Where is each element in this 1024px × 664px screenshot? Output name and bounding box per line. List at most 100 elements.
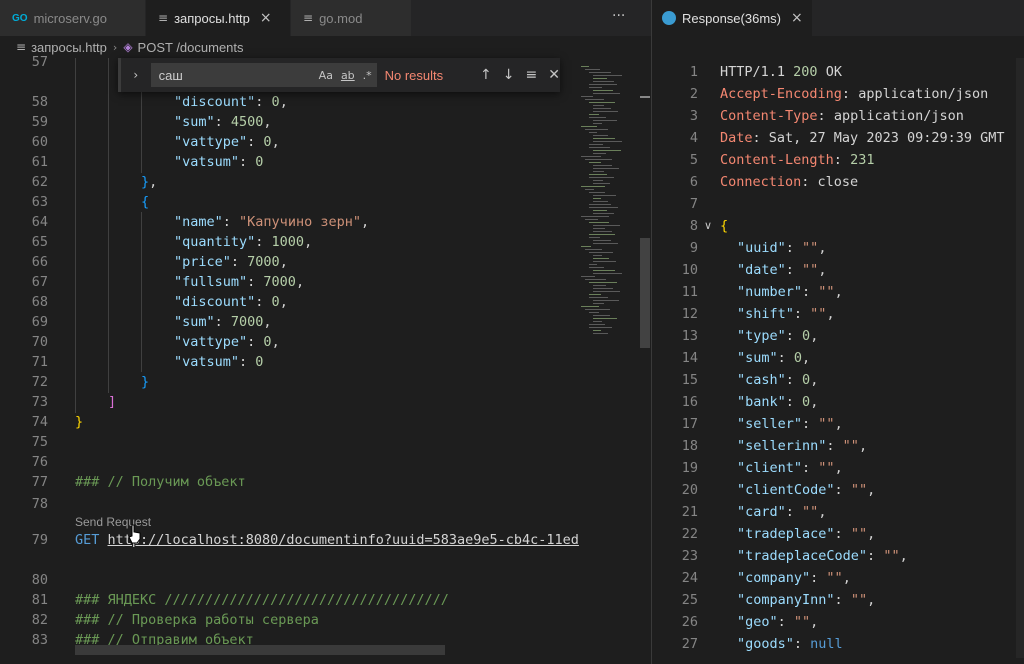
minimap-line xyxy=(585,69,600,70)
breadcrumb-symbol[interactable]: POST /documents xyxy=(138,40,244,55)
find-widget: › Aa ab .* No results ↑ ↓ ≡ ✕ xyxy=(118,58,560,92)
arrow-up-icon[interactable]: ↑ xyxy=(480,67,492,83)
editor-tab-bar: GO microserv.go ≡ запросы.http × ≡ go.mo… xyxy=(0,0,652,36)
minimap-line xyxy=(589,84,617,85)
minimap-line xyxy=(593,138,615,139)
minimap-line xyxy=(589,294,601,295)
go-file-icon: GO xyxy=(12,12,28,24)
minimap[interactable] xyxy=(575,58,645,348)
request-url[interactable]: http://localhost:8080/documentinfo?uuid=… xyxy=(108,532,579,548)
minimap-line xyxy=(593,228,605,229)
chevron-right-icon: › xyxy=(112,40,118,54)
minimap-line xyxy=(589,72,611,73)
tab-label: microserv.go xyxy=(33,10,108,26)
find-input[interactable] xyxy=(156,66,311,84)
minimap-line xyxy=(593,90,613,91)
regex-icon[interactable]: .* xyxy=(363,69,372,82)
minimap-line xyxy=(589,192,605,193)
close-icon[interactable]: × xyxy=(791,10,803,26)
breadcrumb: ≡ запросы.http › ◈ POST /documents xyxy=(0,36,652,58)
minimap-line xyxy=(581,126,597,127)
minimap-line xyxy=(589,327,612,328)
match-case-icon[interactable]: Aa xyxy=(319,69,333,82)
minimap-line xyxy=(593,183,610,184)
minimap-line xyxy=(593,210,607,211)
minimap-line xyxy=(585,189,594,190)
minimap-line xyxy=(593,273,622,274)
minimap-line xyxy=(589,252,613,253)
minimap-line xyxy=(589,324,605,325)
minimap-line xyxy=(585,159,612,160)
minimap-line xyxy=(589,174,607,175)
tab-zaprosy-http[interactable]: ≡ запросы.http × xyxy=(146,0,290,36)
minimap-line xyxy=(593,78,607,79)
response-scrollbar-track[interactable] xyxy=(1016,58,1024,658)
minimap-line xyxy=(593,153,606,154)
minimap-line xyxy=(593,225,620,226)
minimap-line xyxy=(585,219,598,220)
minimap-line xyxy=(581,216,609,217)
minimap-line xyxy=(589,114,599,115)
minimap-line xyxy=(585,309,610,310)
horizontal-scrollbar[interactable] xyxy=(75,645,445,655)
minimap-line xyxy=(593,291,620,292)
minimap-line xyxy=(593,213,614,214)
indent-guide xyxy=(108,58,109,393)
minimap-line xyxy=(593,231,612,232)
fold-chevron-icon[interactable]: ∨ xyxy=(704,215,712,237)
chevron-right-icon[interactable]: › xyxy=(127,68,145,82)
minimap-line xyxy=(589,87,602,88)
minimap-line xyxy=(593,243,618,244)
minimap-line xyxy=(593,330,601,331)
minimap-line xyxy=(593,201,608,202)
minimap-line xyxy=(593,168,619,169)
minimap-line xyxy=(593,120,617,121)
tab-label: Response(36ms) xyxy=(682,10,781,26)
indent-guide xyxy=(141,212,142,372)
minimap-line xyxy=(581,306,599,307)
scroll-marker xyxy=(640,96,650,98)
close-icon[interactable]: ✕ xyxy=(548,67,560,83)
minimap-line xyxy=(593,198,601,199)
minimap-line xyxy=(593,111,618,112)
minimap-line xyxy=(593,165,612,166)
minimap-line xyxy=(593,240,611,241)
minimap-line xyxy=(593,333,608,334)
tab-go-mod[interactable]: ≡ go.mod xyxy=(291,0,411,36)
minimap-line xyxy=(581,276,595,277)
minimap-line xyxy=(593,180,603,181)
minimap-line xyxy=(589,162,601,163)
minimap-line xyxy=(589,237,600,238)
minimap-line xyxy=(593,171,604,172)
minimap-line xyxy=(589,144,603,145)
tab-microserv-go[interactable]: GO microserv.go xyxy=(0,0,145,36)
find-in-selection-icon[interactable]: ≡ xyxy=(526,67,538,83)
minimap-line xyxy=(589,117,606,118)
minimap-line xyxy=(589,147,610,148)
minimap-line xyxy=(581,96,593,97)
minimap-line xyxy=(589,207,618,208)
indent-guide xyxy=(75,58,76,413)
minimap-line xyxy=(593,150,621,151)
find-input-box[interactable]: Aa ab .* xyxy=(150,63,377,87)
minimap-line xyxy=(585,129,608,130)
vertical-scrollbar[interactable] xyxy=(640,238,650,348)
minimap-line xyxy=(593,318,617,319)
minimap-line xyxy=(593,75,622,76)
tab-label: go.mod xyxy=(319,10,363,26)
minimap-line xyxy=(581,66,589,67)
minimap-line xyxy=(593,141,622,142)
tab-response[interactable]: Response(36ms) × xyxy=(652,0,812,36)
minimap-line xyxy=(589,204,611,205)
minimap-line xyxy=(593,285,606,286)
minimap-line xyxy=(589,222,609,223)
more-actions-icon[interactable]: ··· xyxy=(612,8,625,24)
minimap-line xyxy=(589,312,599,313)
minimap-line xyxy=(589,132,597,133)
close-icon[interactable]: × xyxy=(260,10,272,26)
symbol-cube-icon: ◈ xyxy=(123,40,133,54)
minimap-line xyxy=(593,261,616,262)
arrow-down-icon[interactable]: ↓ xyxy=(503,67,515,83)
whole-word-icon[interactable]: ab xyxy=(341,69,355,82)
minimap-line xyxy=(593,105,604,106)
